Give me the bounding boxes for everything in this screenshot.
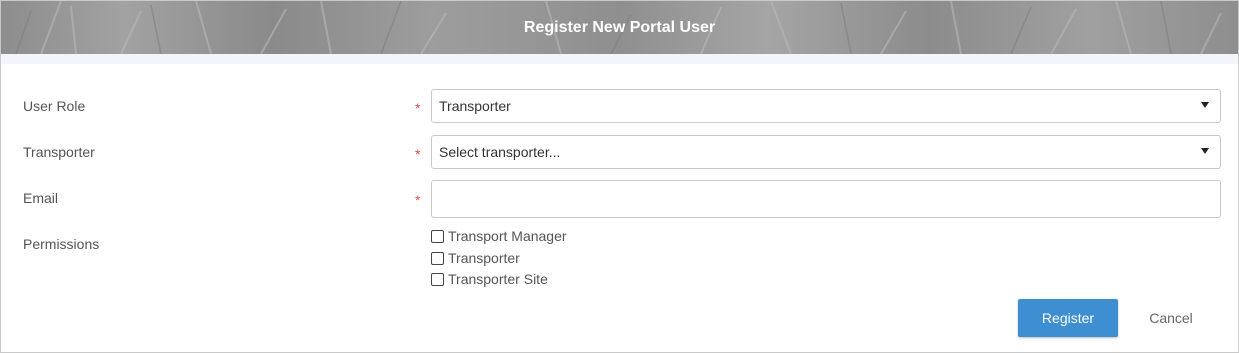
caret-down-icon [1201, 102, 1209, 108]
permission-option-label: Transport Manager [448, 228, 567, 244]
permission-option-transporter[interactable]: Transporter [431, 250, 520, 266]
register-portal-user-dialog: Register New Portal User User Role * Tra… [0, 0, 1239, 353]
email-required-mark: * [415, 192, 421, 208]
header-divider [1, 54, 1238, 64]
checkbox-icon[interactable] [431, 229, 444, 243]
register-button[interactable]: Register [1018, 299, 1118, 337]
dialog-title: Register New Portal User [523, 19, 716, 36]
transporter-required-mark: * [415, 146, 421, 162]
permission-option-label: Transporter Site [448, 271, 548, 287]
transporter-select[interactable]: Select transporter... [431, 135, 1221, 169]
permission-option-transporter-site[interactable]: Transporter Site [431, 271, 548, 287]
cancel-button[interactable]: Cancel [1131, 299, 1211, 337]
transporter-select-value: Select transporter... [439, 144, 561, 160]
user-role-label: User Role [23, 98, 86, 114]
caret-down-icon [1201, 148, 1209, 154]
transporter-label: Transporter [23, 144, 95, 160]
checkbox-icon[interactable] [431, 272, 444, 286]
dialog-header: Register New Portal User [1, 1, 1238, 54]
user-role-select-value: Transporter [439, 98, 511, 114]
checkbox-icon[interactable] [431, 251, 444, 265]
permission-option-transport-manager[interactable]: Transport Manager [431, 228, 567, 244]
user-role-required-mark: * [415, 100, 421, 116]
user-role-select[interactable]: Transporter [431, 89, 1221, 123]
email-label: Email [23, 190, 59, 206]
email-field[interactable] [431, 180, 1221, 218]
permissions-label: Permissions [23, 236, 100, 252]
permission-option-label: Transporter [448, 250, 520, 266]
